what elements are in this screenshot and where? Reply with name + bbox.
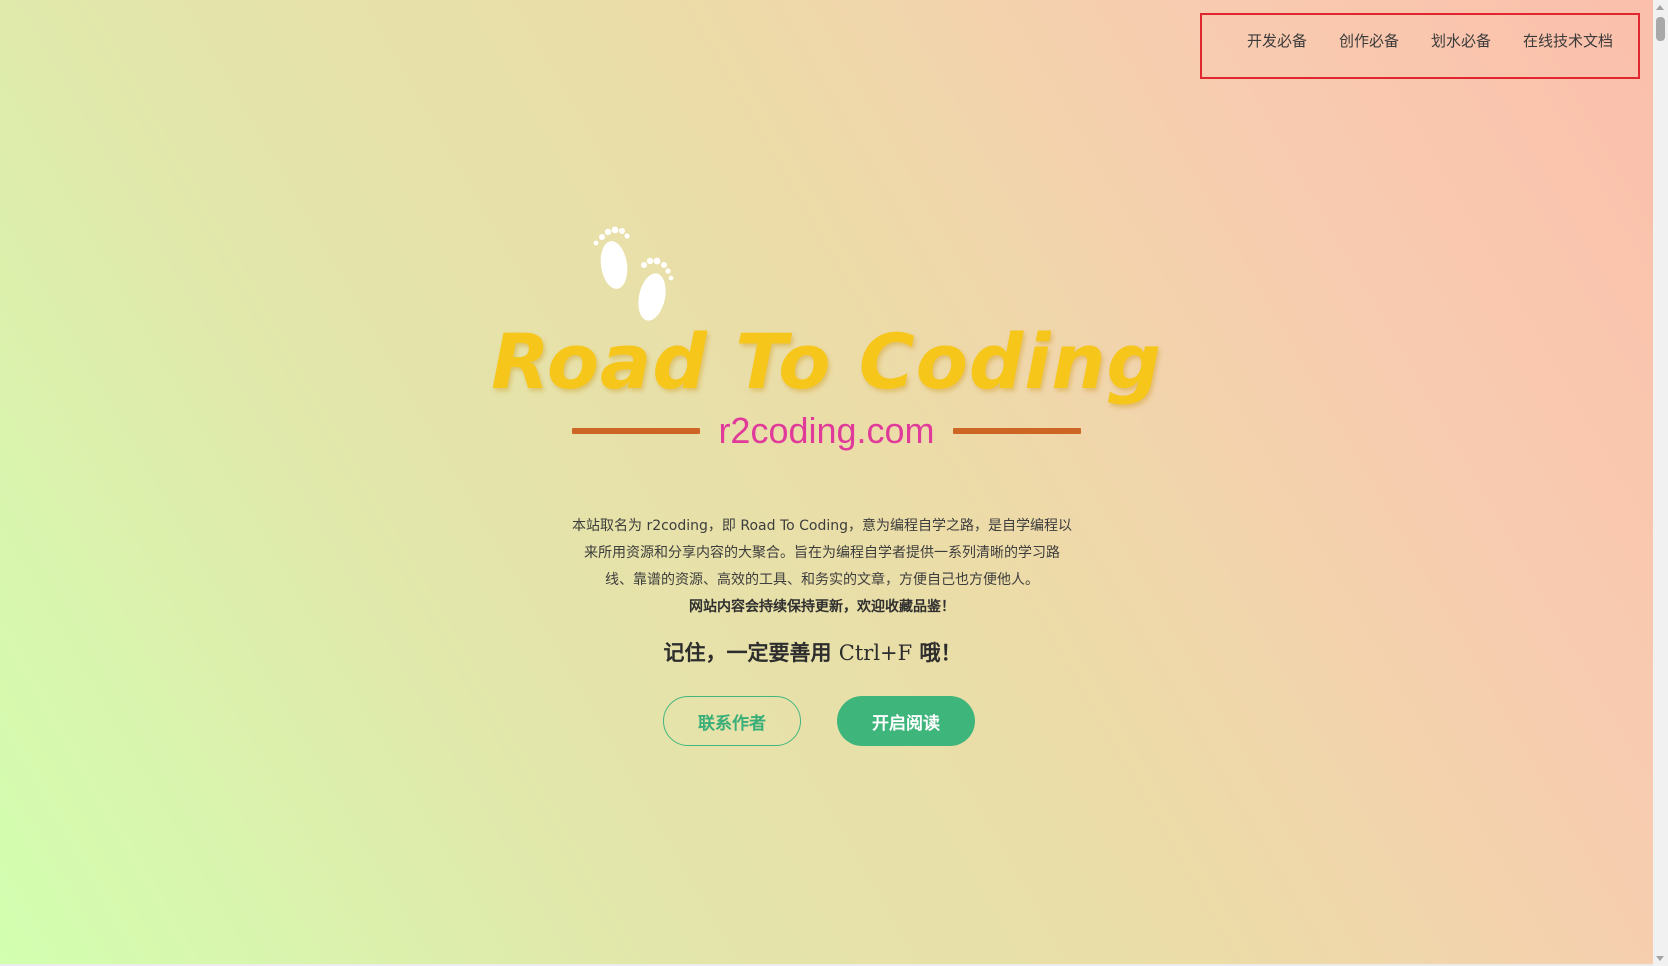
nav-item-creation-essentials[interactable]: 创作必备: [1339, 30, 1399, 51]
tip-shortcut: Ctrl+F: [838, 641, 913, 665]
nav-item-dev-essentials[interactable]: 开发必备: [1247, 30, 1307, 51]
intro-description: 本站取名为 r2coding，即 Road To Coding，意为编程自学之路…: [572, 518, 1073, 588]
site-logo: Road To Coding r2coding.com: [0, 225, 1653, 465]
intro-update-note: 网站内容会持续保持更新，欢迎收藏品鉴！: [689, 599, 955, 615]
domain-left-rule: [572, 428, 701, 434]
intro-text: 本站取名为 r2coding，即 Road To Coding，意为编程自学之路…: [572, 513, 1072, 621]
scrollbar-thumb[interactable]: [1656, 17, 1665, 41]
nav-item-leisure-essentials[interactable]: 划水必备: [1431, 30, 1491, 51]
ctrl-f-tip: 记住，一定要善用 Ctrl+F 哦！: [0, 637, 1625, 667]
domain-text: r2coding.com: [718, 410, 935, 451]
scroll-up-arrow-icon[interactable]: [1656, 5, 1664, 10]
tip-prefix: 记住，一定要善用: [663, 641, 832, 665]
brand-title: Road To Coding: [491, 317, 1162, 406]
contact-author-button[interactable]: 联系作者: [663, 696, 801, 746]
nav-item-online-docs[interactable]: 在线技术文档: [1523, 30, 1613, 51]
tip-suffix: 哦！: [919, 641, 962, 665]
vertical-scrollbar[interactable]: [1653, 0, 1668, 966]
landing-page: 开发必备 创作必备 划水必备 在线技术文档 Road To Coding r2c…: [0, 0, 1653, 966]
top-nav: 开发必备 创作必备 划水必备 在线技术文档: [1247, 30, 1613, 51]
scroll-down-arrow-icon[interactable]: [1656, 956, 1664, 961]
start-reading-button[interactable]: 开启阅读: [837, 696, 975, 746]
domain-row: r2coding.com: [0, 410, 1653, 452]
domain-right-rule: [952, 428, 1081, 434]
